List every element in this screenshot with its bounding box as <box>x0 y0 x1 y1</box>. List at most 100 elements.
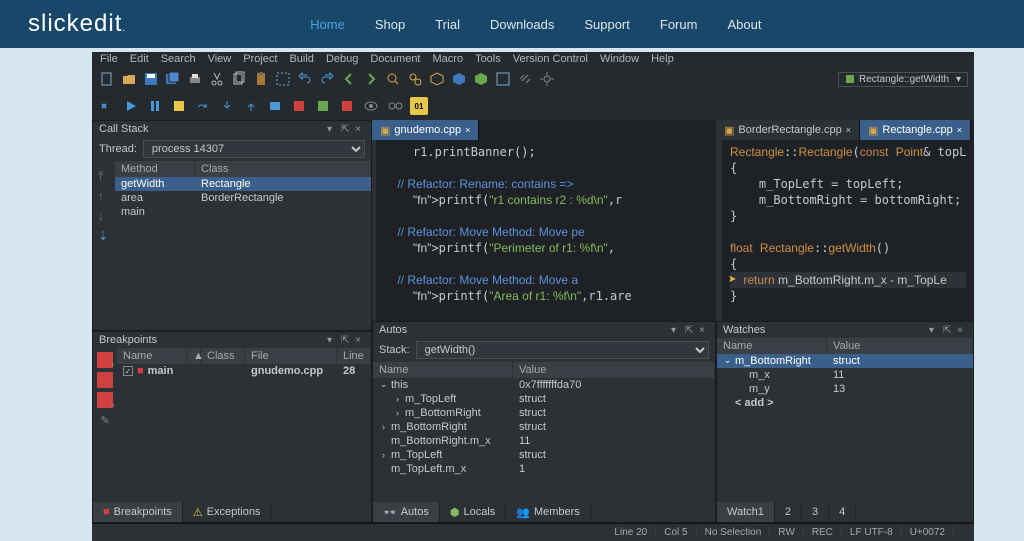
sort-icon[interactable]: ▲ <box>187 348 201 364</box>
paste-icon[interactable] <box>252 70 270 88</box>
stack-select[interactable]: getWidth() <box>416 341 709 359</box>
dropdown-icon[interactable]: ▾ <box>327 335 337 345</box>
stop-icon[interactable] <box>170 97 188 115</box>
editor-right[interactable]: Rectangle::Rectangle(const Point& topL {… <box>716 140 974 321</box>
nav-about[interactable]: About <box>727 17 761 32</box>
config-icon[interactable] <box>516 70 534 88</box>
tab-watch4[interactable]: 4 <box>829 502 856 522</box>
menu-macro[interactable]: Macro <box>433 53 464 65</box>
restart-icon[interactable] <box>98 97 116 115</box>
undo-icon[interactable] <box>296 70 314 88</box>
menu-window[interactable]: Window <box>600 53 639 65</box>
nav-home[interactable]: Home <box>310 17 345 32</box>
tab-watch3[interactable]: 3 <box>802 502 829 522</box>
nav-support[interactable]: Support <box>584 17 630 32</box>
cs-up-icon[interactable]: ↑ <box>98 189 110 201</box>
close-icon[interactable]: × <box>355 124 365 134</box>
open-icon[interactable] <box>120 70 138 88</box>
callstack-row[interactable]: areaBorderRectangle <box>115 191 371 205</box>
run-to-cursor-icon[interactable] <box>266 97 284 115</box>
cut-icon[interactable] <box>208 70 226 88</box>
autos-row[interactable]: ›m_BottomRightstruct <box>373 406 715 420</box>
find-next-icon[interactable] <box>406 70 424 88</box>
expand-icon[interactable]: ⌄ <box>723 355 732 366</box>
nav-trial[interactable]: Trial <box>435 17 460 32</box>
autos-row[interactable]: m_TopLeft.m_x1 <box>373 462 715 476</box>
bp-edit-icon[interactable]: ✎ <box>97 412 113 428</box>
cs-top-icon[interactable]: ⤒ <box>98 169 110 181</box>
dropdown-icon[interactable]: ▾ <box>671 325 681 335</box>
autos-row[interactable]: ›m_TopLeftstruct <box>373 448 715 462</box>
nav-downloads[interactable]: Downloads <box>490 17 554 32</box>
menu-version-control[interactable]: Version Control <box>513 53 588 65</box>
tab-watch2[interactable]: 2 <box>775 502 802 522</box>
menu-tools[interactable]: Tools <box>475 53 501 65</box>
tab-locals[interactable]: ⬢Locals <box>440 502 506 522</box>
menu-build[interactable]: Build <box>289 53 313 65</box>
watch-icon[interactable] <box>362 97 380 115</box>
editor-tab[interactable]: ▣Rectangle.cpp × <box>860 120 971 140</box>
callstack-row[interactable]: getWidthRectangle <box>115 177 371 191</box>
print-icon[interactable] <box>186 70 204 88</box>
tab-autos[interactable]: 👓Autos <box>373 502 440 522</box>
project-icon[interactable] <box>428 70 446 88</box>
menu-debug[interactable]: Debug <box>326 53 358 65</box>
build-icon[interactable] <box>450 70 468 88</box>
tab-members[interactable]: 👥Members <box>506 502 591 522</box>
thread-select[interactable]: process 14307 <box>143 140 365 158</box>
step-into-icon[interactable] <box>218 97 236 115</box>
close-icon[interactable]: × <box>957 125 962 135</box>
autos-row[interactable]: ›m_BottomRightstruct <box>373 420 715 434</box>
nav-forum[interactable]: Forum <box>660 17 698 32</box>
nav-shop[interactable]: Shop <box>375 17 405 32</box>
breakpoint-row[interactable]: ✓■ maingnudemo.cpp28 <box>117 364 371 378</box>
menu-project[interactable]: Project <box>243 53 277 65</box>
select-icon[interactable] <box>274 70 292 88</box>
close-icon[interactable]: × <box>846 125 851 135</box>
context-dropdown[interactable]: Rectangle::getWidth▾ <box>838 72 968 87</box>
pin-icon[interactable]: ⇱ <box>341 335 351 345</box>
expand-icon[interactable]: › <box>379 450 388 460</box>
tab-exceptions[interactable]: ⚠Exceptions <box>183 502 272 522</box>
menu-view[interactable]: View <box>208 53 232 65</box>
autos-row[interactable]: ⌄this0x7fffffffda70 <box>373 378 715 392</box>
menu-search[interactable]: Search <box>161 53 196 65</box>
editor-tab[interactable]: ▣BorderRectangle.cpp × <box>716 120 860 140</box>
step-over-icon[interactable] <box>194 97 212 115</box>
pin-icon[interactable]: ⇱ <box>341 124 351 134</box>
expand-icon[interactable]: › <box>379 422 388 432</box>
bp-add-icon[interactable]: + <box>97 352 113 368</box>
copy-icon[interactable] <box>230 70 248 88</box>
tab-watch1[interactable]: Watch1 <box>717 502 775 522</box>
close-icon[interactable]: × <box>355 335 365 345</box>
watch-row[interactable]: m_x11 <box>717 368 973 382</box>
close-icon[interactable]: × <box>465 125 470 135</box>
cs-goto-icon[interactable]: ⇣ <box>98 229 110 241</box>
cs-down-icon[interactable]: ↓ <box>98 209 110 221</box>
find-icon[interactable] <box>384 70 402 88</box>
tab-breakpoints[interactable]: ■Breakpoints <box>93 502 183 522</box>
callstack-row[interactable]: main <box>115 205 371 219</box>
close-icon[interactable]: × <box>699 325 709 335</box>
bp-remove-icon[interactable] <box>97 372 113 388</box>
watch-row[interactable]: m_y13 <box>717 382 973 396</box>
workspace-icon[interactable] <box>472 70 490 88</box>
specs-icon[interactable] <box>386 97 404 115</box>
menu-file[interactable]: File <box>100 53 118 65</box>
editor-tab[interactable]: ▣gnudemo.cpp × <box>372 120 479 140</box>
new-file-icon[interactable] <box>98 70 116 88</box>
menu-document[interactable]: Document <box>370 53 420 65</box>
redo-icon[interactable] <box>318 70 336 88</box>
hex-icon[interactable]: 01 <box>410 97 428 115</box>
menu-edit[interactable]: Edit <box>130 53 149 65</box>
pause-icon[interactable] <box>146 97 164 115</box>
forward-icon[interactable] <box>362 70 380 88</box>
back-icon[interactable] <box>340 70 358 88</box>
fullscreen-icon[interactable] <box>494 70 512 88</box>
menu-help[interactable]: Help <box>651 53 674 65</box>
dropdown-icon[interactable]: ▾ <box>327 124 337 134</box>
save-all-icon[interactable] <box>164 70 182 88</box>
breakpoints-icon[interactable] <box>338 97 356 115</box>
expand-icon[interactable]: ⌄ <box>379 379 388 390</box>
editor-left[interactable]: r1.printBanner(); // Refactor: Rename: c… <box>372 140 716 321</box>
